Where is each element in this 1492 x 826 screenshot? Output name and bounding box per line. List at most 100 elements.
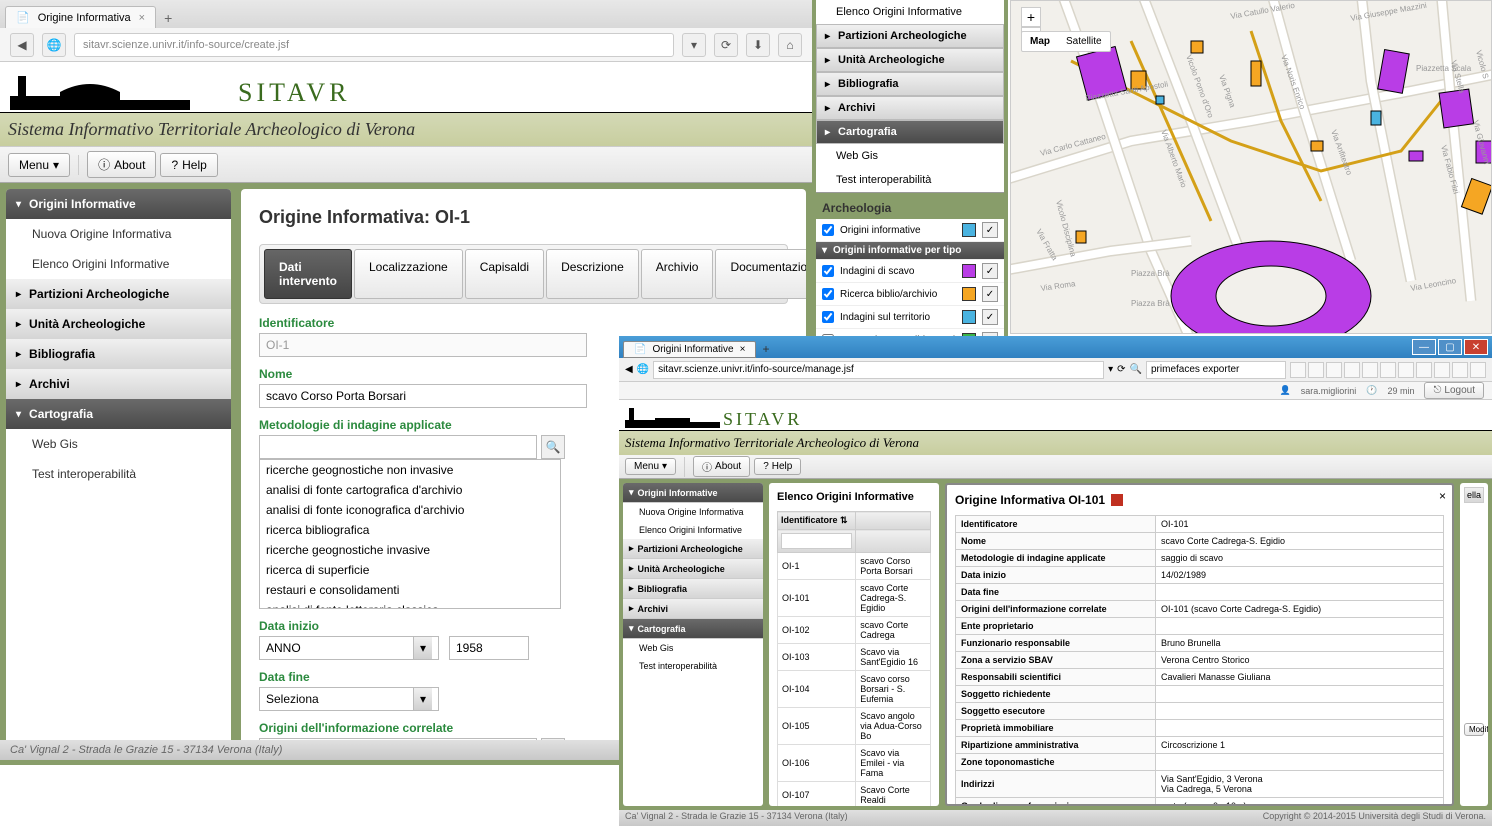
dropdown-item[interactable]: restauri e consolidamenti [260, 580, 560, 600]
satellite-button[interactable]: Satellite [1058, 32, 1110, 51]
tool-icon[interactable] [1308, 362, 1324, 378]
minimize-button[interactable]: — [1412, 339, 1436, 355]
url-input[interactable] [653, 361, 1104, 379]
search-button[interactable]: 🔍 [541, 435, 565, 459]
sidebar-item[interactable]: Test interoperabilità [816, 168, 1004, 192]
data-inizio-type-select[interactable]: ANNO▾ [259, 636, 439, 660]
col-header[interactable]: Identificatore ⇅ [778, 512, 856, 530]
layer-row[interactable]: Origini informative✓ [816, 219, 1004, 242]
dropdown-item[interactable]: ricerche geognostiche invasive [260, 540, 560, 560]
menu-button[interactable]: Menu ▾ [625, 458, 676, 475]
apply-button[interactable]: ✓ [982, 286, 998, 302]
browser-tab[interactable]: 📄 Origine Informativa × [5, 6, 156, 28]
sidebar-child[interactable]: Nuova Origine Informativa [623, 503, 763, 521]
data-inizio-year[interactable] [449, 636, 529, 660]
search-input[interactable] [1146, 361, 1286, 379]
tool-icon[interactable] [1344, 362, 1360, 378]
layer-checkbox[interactable] [822, 265, 834, 277]
back-button[interactable]: ◀ [625, 364, 633, 375]
sidebar-item[interactable]: ▸Unità Archeologiche [816, 48, 1004, 72]
sidebar-child[interactable]: Elenco Origini Informative [6, 249, 231, 279]
map-button[interactable]: Map [1022, 32, 1058, 51]
data-fine-select[interactable]: Seleziona▾ [259, 687, 439, 711]
pdf-icon[interactable] [1111, 494, 1123, 506]
help-button[interactable]: ? Help [754, 458, 801, 475]
menu-button[interactable]: Menu ▾ [8, 153, 70, 177]
sidebar-child[interactable]: Web Gis [623, 639, 763, 657]
sidebar-child[interactable]: Elenco Origini Informative [623, 521, 763, 539]
tab[interactable]: Dati intervento [264, 249, 352, 299]
sidebar-item[interactable]: ▾Origini Informative [623, 483, 763, 503]
help-button[interactable]: ? Help [160, 153, 217, 177]
sidebar-child[interactable]: Test interoperabilità [6, 459, 231, 489]
logout-button[interactable]: ⎋ Logout [1424, 382, 1484, 399]
new-tab-button[interactable]: + [156, 8, 180, 28]
close-icon[interactable]: × [1439, 489, 1446, 503]
layer-checkbox[interactable] [822, 311, 834, 323]
dropdown-item[interactable]: analisi di fonte cartografica d'archivio [260, 480, 560, 500]
reload-button[interactable]: ⟳ [714, 33, 738, 57]
metodologie-search[interactable] [259, 435, 537, 459]
close-icon[interactable]: × [740, 344, 746, 355]
layer-row[interactable]: ▾Origini informative per tipo [816, 242, 1004, 260]
table-row[interactable]: OI-103Scavo via Sant'Egidio 16 [778, 644, 931, 671]
dropdown-icon[interactable]: ▾ [1108, 364, 1113, 375]
dropdown-item[interactable]: analisi di fonte iconografica d'archivio [260, 500, 560, 520]
zoom-in-button[interactable]: + [1021, 7, 1041, 27]
metodologie-dropdown[interactable]: ricerche geognostiche non invasiveanalis… [259, 459, 561, 609]
about-button[interactable]: ⓘ About [693, 456, 750, 477]
tool-icon[interactable] [1452, 362, 1468, 378]
tool-icon[interactable] [1380, 362, 1396, 378]
layer-row[interactable]: Ricerca biblio/archivio✓ [816, 283, 1004, 306]
table-row[interactable]: OI-106Scavo via Emilei - via Fama [778, 745, 931, 782]
sidebar-child[interactable]: Nuova Origine Informativa [6, 219, 231, 249]
sidebar-child[interactable]: Web Gis [6, 429, 231, 459]
tab[interactable]: Capisaldi [465, 249, 544, 299]
table-row[interactable]: OI-1scavo Corso Porta Borsari [778, 553, 931, 580]
filter-input[interactable] [781, 533, 852, 549]
new-tab-button[interactable]: + [756, 340, 775, 358]
close-icon[interactable]: × [139, 12, 145, 24]
layer-checkbox[interactable] [822, 288, 834, 300]
sidebar-item[interactable]: ▸Unità Archeologiche [623, 559, 763, 579]
home-icon[interactable]: ⌂ [778, 33, 802, 57]
layer-row[interactable]: Indagini sul territorio✓ [816, 306, 1004, 329]
apply-button[interactable]: ✓ [982, 309, 998, 325]
sidebar-item[interactable]: Web Gis [816, 144, 1004, 168]
sidebar-item[interactable]: ▸Unità Archeologiche [6, 309, 231, 339]
sidebar-child[interactable]: Test interoperabilità [623, 657, 763, 675]
sidebar-item[interactable]: Elenco Origini Informative [816, 0, 1004, 24]
nome-input[interactable] [259, 384, 587, 408]
sidebar-item[interactable]: ▸Bibliografia [623, 579, 763, 599]
identificatore-input[interactable] [259, 333, 587, 357]
table-row[interactable]: OI-107Scavo Corte Realdi [778, 782, 931, 807]
apply-button[interactable]: ✓ [982, 263, 998, 279]
sidebar-item[interactable]: ▸Archivi [623, 599, 763, 619]
tab[interactable]: Localizzazione [354, 249, 463, 299]
sidebar-item[interactable]: ▸Bibliografia [6, 339, 231, 369]
sidebar-item[interactable]: ▾Cartografia [623, 619, 763, 639]
table-row[interactable]: OI-102scavo Corte Cadrega [778, 617, 931, 644]
dropdown-item[interactable]: ricerca di superficie [260, 560, 560, 580]
sidebar-item[interactable]: ▾Cartografia [6, 399, 231, 429]
browser-tab[interactable]: 📄Origini Informative× [623, 341, 756, 358]
table-row[interactable]: OI-104Scavo corso Borsari - S. Eufemia [778, 671, 931, 708]
table-row[interactable]: OI-105Scavo angolo via Adua-Corso Bo [778, 708, 931, 745]
reload-button[interactable]: ⟳ [1117, 364, 1125, 375]
layer-checkbox[interactable] [822, 224, 834, 236]
maximize-button[interactable]: ▢ [1438, 339, 1462, 355]
url-input[interactable] [74, 33, 674, 57]
sidebar-item[interactable]: ▸Archivi [816, 96, 1004, 120]
sidebar-item[interactable]: ▸Archivi [6, 369, 231, 399]
tool-icon[interactable] [1398, 362, 1414, 378]
close-button[interactable]: ✕ [1464, 339, 1488, 355]
tab[interactable]: Documentazione [715, 249, 806, 299]
map-canvas[interactable]: + − Map Satellite [1011, 1, 1491, 333]
sidebar-item[interactable]: ▸Cartografia [816, 120, 1004, 144]
tool-icon[interactable] [1326, 362, 1342, 378]
apply-button[interactable]: ✓ [982, 222, 998, 238]
tool-icon[interactable] [1416, 362, 1432, 378]
sidebar-item[interactable]: ▸Partizioni Archeologiche [623, 539, 763, 559]
layer-row[interactable]: Indagini di scavo✓ [816, 260, 1004, 283]
tool-icon[interactable] [1362, 362, 1378, 378]
